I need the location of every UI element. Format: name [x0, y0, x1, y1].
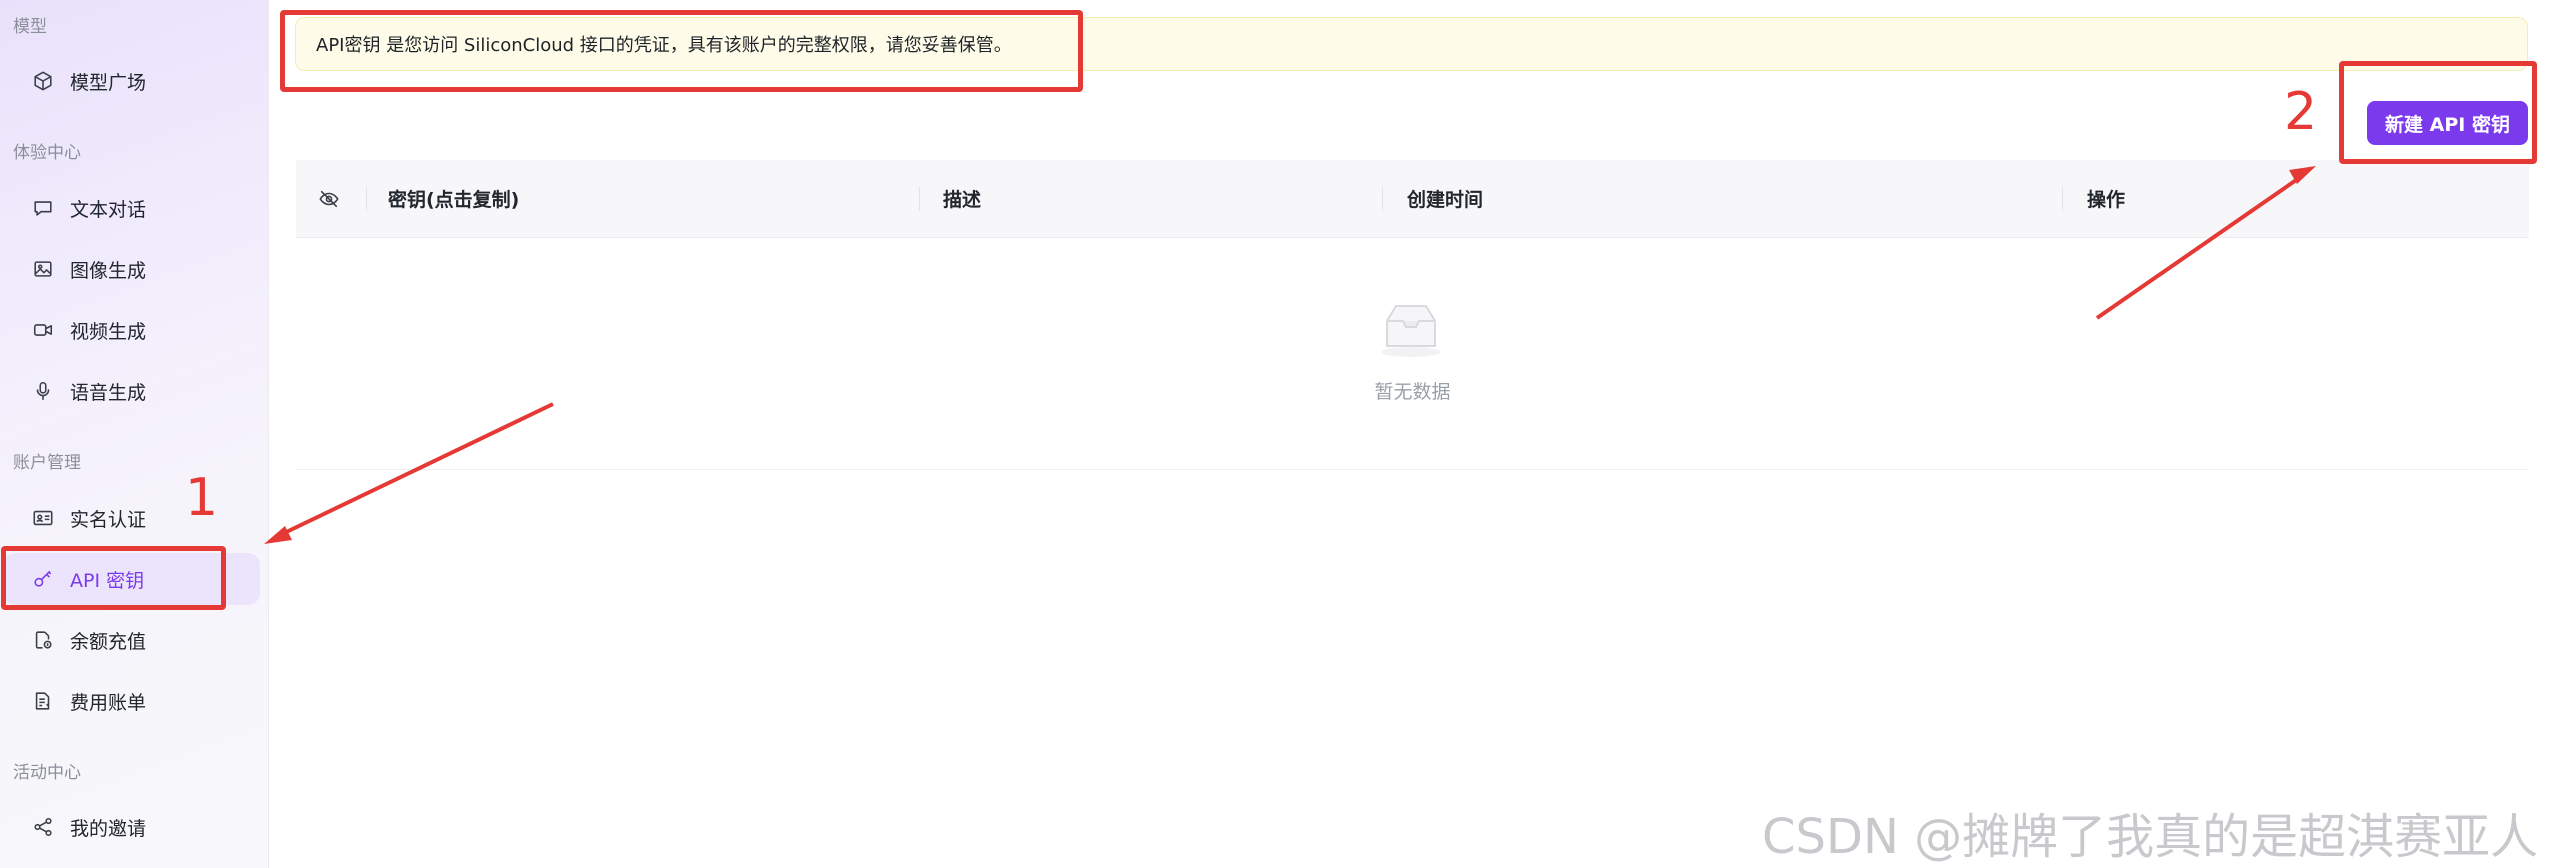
annotation-number-2: 2: [2284, 82, 2318, 142]
section-label-experience: 体验中心: [13, 143, 81, 163]
section-label-models: 模型: [13, 17, 47, 37]
annotation-box-notice: [280, 10, 1083, 92]
table-header: 密钥(点击复制) 描述 创建时间 操作: [296, 160, 2529, 238]
empty-inbox-icon: [1373, 299, 1449, 359]
column-header-key: 密钥(点击复制): [388, 189, 520, 211]
sidebar-item-label: 我的邀请: [70, 817, 147, 840]
sidebar-item-label: 语音生成: [70, 381, 147, 404]
sidebar: 模型 模型广场 体验中心 文本对话 图像生成 视频生成 语音生成 账户管理 实名…: [0, 0, 269, 868]
section-label-activity: 活动中心: [13, 763, 81, 783]
annotation-box-api-keys: [1, 546, 226, 610]
column-divider: [1382, 187, 1383, 211]
column-divider: [2062, 187, 2063, 211]
empty-text: 暂无数据: [1374, 381, 1451, 403]
sidebar-item-text-chat[interactable]: 文本对话: [4, 182, 260, 234]
bill-icon: [30, 688, 56, 714]
image-icon: [30, 256, 56, 282]
empty-state: 暂无数据: [296, 237, 2529, 469]
sidebar-item-my-invites[interactable]: 我的邀请: [4, 801, 260, 853]
video-camera-icon: [30, 317, 56, 343]
api-keys-table: 密钥(点击复制) 描述 创建时间 操作 暂无数据: [296, 160, 2529, 470]
watermark: CSDN @摊牌了我真的是超淇赛亚人: [1762, 809, 2539, 865]
column-header-description: 描述: [943, 189, 982, 211]
share-icon: [30, 814, 56, 840]
sidebar-item-label: 模型广场: [70, 71, 147, 94]
column-header-created-time: 创建时间: [1407, 189, 1484, 211]
sidebar-item-label: 费用账单: [70, 691, 147, 714]
sidebar-item-image-gen[interactable]: 图像生成: [4, 243, 260, 295]
annotation-number-1: 1: [185, 468, 219, 528]
column-divider: [366, 187, 367, 211]
sidebar-item-billing[interactable]: 费用账单: [4, 675, 260, 727]
sidebar-item-label: 余额充值: [70, 630, 147, 653]
chat-bubble-icon: [30, 195, 56, 221]
wallet-icon: [30, 627, 56, 653]
sidebar-item-label: 视频生成: [70, 320, 147, 343]
column-header-actions: 操作: [2087, 189, 2126, 211]
section-label-account: 账户管理: [13, 453, 81, 473]
sidebar-item-voice-gen[interactable]: 语音生成: [4, 365, 260, 417]
annotation-box-create-button: [2339, 61, 2537, 164]
microphone-icon: [30, 378, 56, 404]
sidebar-item-verification[interactable]: 实名认证: [4, 492, 260, 544]
sidebar-item-model-square[interactable]: 模型广场: [4, 55, 260, 107]
toggle-visibility-icon[interactable]: [318, 160, 340, 237]
sidebar-item-label: 图像生成: [70, 259, 147, 282]
sidebar-item-label: 文本对话: [70, 198, 147, 221]
sidebar-item-recharge[interactable]: 余额充值: [4, 614, 260, 666]
id-card-icon: [30, 505, 56, 531]
sidebar-item-label: 实名认证: [70, 508, 147, 531]
sidebar-item-video-gen[interactable]: 视频生成: [4, 304, 260, 356]
cube-icon: [30, 68, 56, 94]
column-divider: [919, 187, 920, 211]
